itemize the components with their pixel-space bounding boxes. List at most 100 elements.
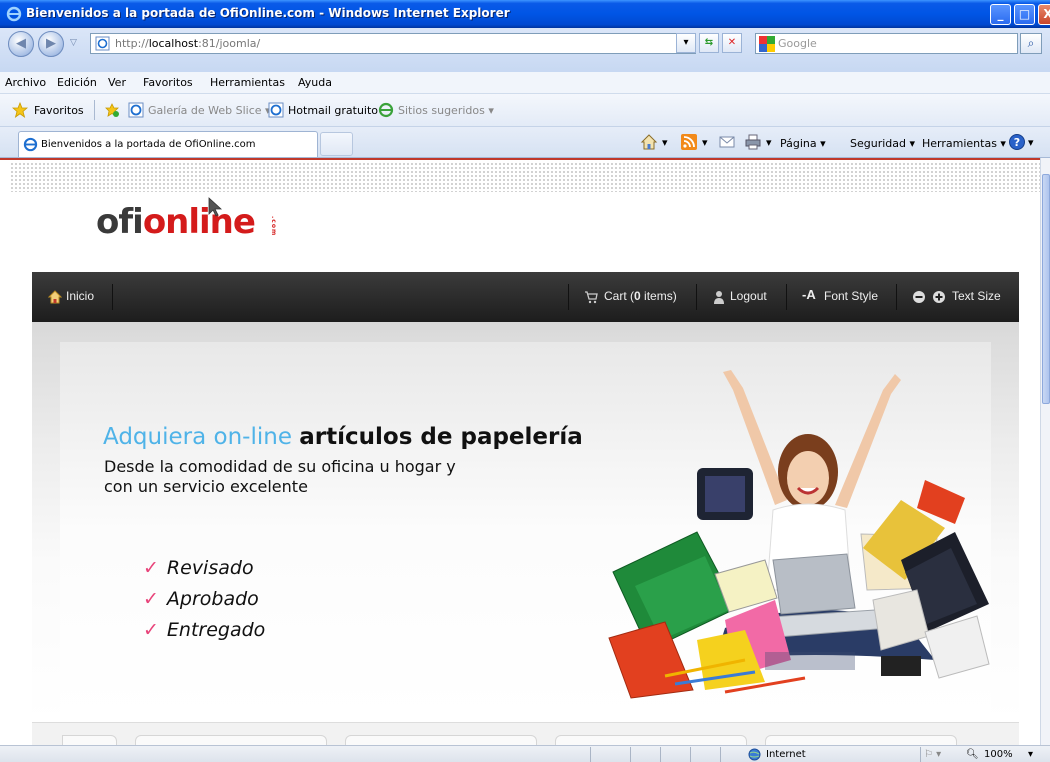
security-zone-label: Internet (766, 749, 806, 760)
search-input[interactable]: Google (755, 33, 1018, 54)
address-dropdown-button[interactable]: ▾ (676, 33, 696, 53)
history-dropdown-icon[interactable]: ▽ (70, 38, 77, 48)
fav-hotmail[interactable]: Hotmail gratuito (288, 104, 378, 117)
zoom-icon[interactable]: 🔍︎ (966, 749, 979, 760)
forward-arrow-icon: ▶ (46, 36, 56, 51)
status-cell (690, 747, 720, 762)
vertical-scrollbar[interactable] (1040, 158, 1050, 745)
close-icon: X (1043, 7, 1050, 21)
site-logo[interactable]: ofionline .com (96, 202, 277, 242)
font-style-icon: -A (802, 287, 816, 302)
checkmark-icon: ✓ (143, 588, 159, 610)
nav-divider (896, 284, 897, 310)
page-content: ofionline .com Inicio Cart (0 items) Log… (0, 158, 1040, 745)
dotted-header-stripe (10, 162, 1040, 192)
favorites-separator (94, 100, 95, 120)
suggested-sites-icon (378, 102, 394, 118)
tab-active[interactable]: Bienvenidos a la portada de OfiOnline.co… (18, 131, 318, 157)
fav-web-slice-gallery[interactable]: Galería de Web Slice ▾ (148, 104, 271, 117)
maximize-button[interactable]: □ (1014, 4, 1035, 25)
text-decrease-icon[interactable] (912, 290, 926, 304)
footer-tab[interactable] (765, 735, 957, 745)
tab-bar: Bienvenidos a la portada de OfiOnline.co… (0, 127, 1050, 158)
security-menu[interactable]: Seguridad ▾ (850, 137, 915, 150)
footer-tab[interactable] (555, 735, 747, 745)
page-menu[interactable]: Página ▾ (780, 137, 826, 150)
new-tab-button[interactable] (320, 132, 353, 156)
hotmail-icon (268, 102, 284, 118)
refresh-button[interactable]: ⇆ (699, 33, 719, 53)
zoom-dropdown-icon[interactable]: ▾ (1028, 749, 1033, 760)
rss-feed-icon[interactable] (680, 133, 698, 151)
fav-suggested-sites[interactable]: Sitios sugeridos ▾ (398, 104, 494, 117)
site-nav-bar: Inicio Cart (0 items) Logout -A Font Sty… (32, 272, 1019, 322)
nav-text-size-label: Text Size (952, 289, 1001, 303)
maximize-icon: □ (1018, 7, 1031, 21)
help-dropdown-icon[interactable]: ▾ (1028, 136, 1034, 149)
chevron-down-icon: ▾ (683, 37, 689, 48)
stop-button[interactable]: ✕ (722, 33, 742, 53)
footer-tab[interactable] (345, 735, 537, 745)
banner-subtitle-line1: Desde la comodidad de su oficina u hogar… (104, 457, 456, 476)
home-dropdown-icon[interactable]: ▾ (662, 136, 668, 149)
web-slice-icon (128, 102, 144, 118)
nav-divider (696, 284, 697, 310)
search-placeholder: Google (778, 37, 817, 50)
status-bar: Internet ⚐ ▾ 🔍︎ 100% ▾ (0, 745, 1050, 762)
check-item: ✓ Revisado (143, 557, 254, 579)
feed-dropdown-icon[interactable]: ▾ (702, 136, 708, 149)
menu-favoritos[interactable]: Favoritos (143, 76, 193, 89)
mail-icon[interactable] (718, 133, 736, 151)
search-button[interactable]: ⌕ (1020, 33, 1042, 54)
menu-edicion[interactable]: Edición (57, 76, 97, 89)
favorites-star-icon[interactable] (12, 102, 28, 118)
status-cell (590, 747, 630, 762)
url-text: http://localhost:81/joomla/ (115, 37, 261, 50)
forward-button[interactable]: ▶ (38, 31, 64, 57)
search-icon: ⌕ (1027, 36, 1035, 50)
nav-home-link[interactable]: Inicio (66, 289, 94, 303)
tab-label: Bienvenidos a la portada de OfiOnline.co… (41, 139, 256, 150)
window-title: Bienvenidos a la portada de OfiOnline.co… (26, 6, 510, 20)
stop-icon: ✕ (727, 37, 737, 48)
home-icon[interactable] (640, 133, 658, 151)
footer-tab[interactable] (62, 735, 117, 745)
print-icon[interactable] (744, 133, 762, 151)
menu-ver[interactable]: Ver (108, 76, 126, 89)
address-input[interactable]: http://localhost:81/joomla/ (90, 33, 696, 54)
footer-tabs-row (32, 722, 1019, 745)
checkmark-icon: ✓ (143, 619, 159, 641)
help-icon[interactable]: ? (1008, 133, 1026, 151)
status-cell (660, 747, 690, 762)
minimize-icon: _ (997, 7, 1004, 21)
nav-logout-link[interactable]: Logout (730, 289, 767, 303)
nav-cart-link[interactable]: Cart (0 items) (604, 289, 677, 303)
protected-mode-icon[interactable]: ⚐ ▾ (924, 749, 941, 760)
zoom-level[interactable]: 100% (984, 749, 1013, 760)
nav-divider (112, 284, 113, 310)
checkmark-icon: ✓ (143, 557, 159, 579)
logo-com: .com (270, 216, 277, 237)
tools-menu[interactable]: Herramientas ▾ (922, 137, 1006, 150)
banner-headline: Adquiera on-line artículos de papelería (103, 424, 583, 450)
favorites-bar: Favoritos Galería de Web Slice ▾ Hotmail… (0, 94, 1050, 127)
scrollbar-thumb[interactable] (1042, 174, 1050, 404)
menu-ayuda[interactable]: Ayuda (298, 76, 332, 89)
close-button[interactable]: X (1038, 4, 1050, 25)
banner-photo (608, 370, 990, 699)
refresh-icon: ⇆ (704, 37, 714, 48)
add-favorite-icon[interactable] (104, 102, 120, 118)
menu-archivo[interactable]: Archivo (5, 76, 46, 89)
globe-icon (748, 748, 761, 761)
footer-tab[interactable] (135, 735, 327, 745)
address-toolbar: ◀ ▶ ▽ http://localhost:81/joomla/ ▾ ⇆ ✕ … (0, 28, 1050, 72)
nav-font-style-link[interactable]: Font Style (824, 289, 878, 303)
print-dropdown-icon[interactable]: ▾ (766, 136, 772, 149)
menu-herramientas[interactable]: Herramientas (210, 76, 285, 89)
favorites-button[interactable]: Favoritos (34, 104, 84, 117)
minimize-button[interactable]: _ (990, 4, 1011, 25)
text-increase-icon[interactable] (932, 290, 946, 304)
window-title-bar[interactable]: Bienvenidos a la portada de OfiOnline.co… (0, 0, 1050, 28)
cursor-icon (208, 197, 223, 217)
back-button[interactable]: ◀ (8, 31, 34, 57)
